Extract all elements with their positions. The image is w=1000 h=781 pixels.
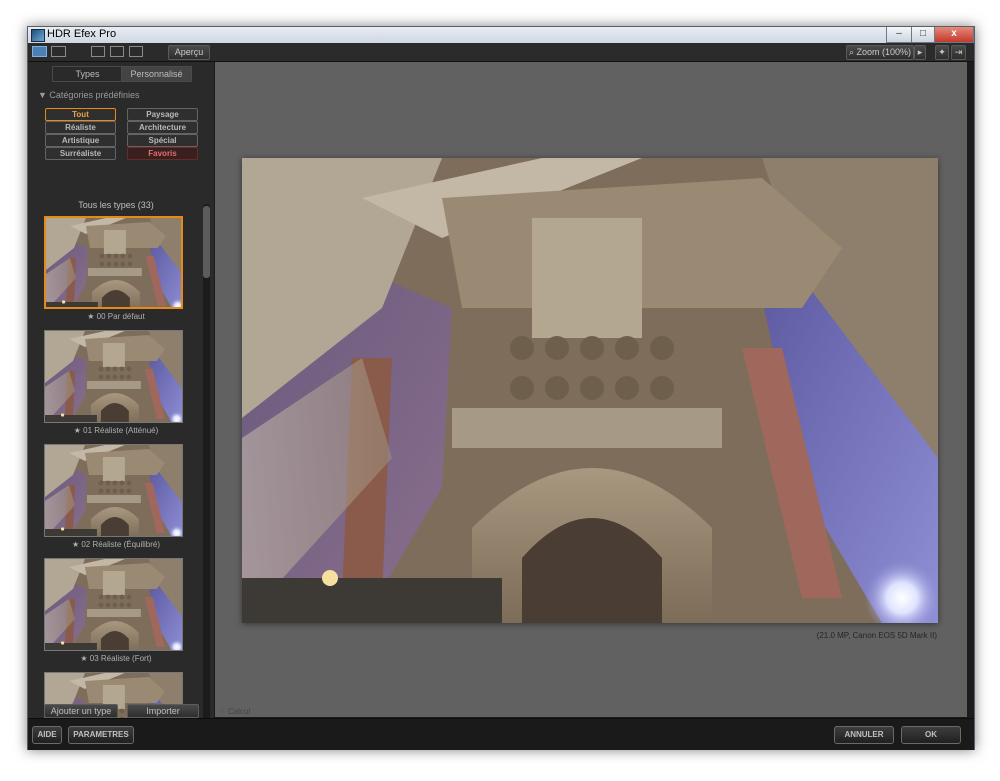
magnifier-icon: ⌕: [848, 47, 857, 57]
preset-label: ★ 01 Réaliste (Atténué): [73, 426, 159, 435]
category-realiste[interactable]: Réaliste: [45, 121, 116, 134]
side-by-side-icon[interactable]: [129, 46, 143, 57]
app-icon: [31, 29, 45, 42]
footer-bar: AIDE PARAMETRES ANNULER OK: [28, 718, 974, 750]
layout-split-icon[interactable]: [51, 46, 66, 57]
layout-filmstrip-icon[interactable]: [32, 46, 47, 57]
help-button[interactable]: AIDE: [32, 726, 62, 744]
zoom-label: Zoom (100%): [856, 47, 912, 57]
spinner-icon: ⁘: [219, 707, 228, 716]
triangle-down-icon: ▼: [38, 90, 50, 100]
preset-scrollbar[interactable]: [203, 204, 210, 724]
preset-label: ★ 03 Réaliste (Fort): [80, 654, 152, 663]
preset-label: ★ 00 Par défaut: [87, 312, 145, 321]
settings-button[interactable]: PARAMETRES: [68, 726, 134, 744]
preset-thumbnail[interactable]: [44, 216, 183, 309]
app-window: HDR Efex Pro – □ x Aperçu ⌕ Zoom (100%) …: [27, 26, 975, 750]
preset-label: ★ 02 Réaliste (Équilibré): [71, 540, 161, 549]
preview-canvas: (21.0 MP, Canon EOS 5D Mark II) ⁘ Calcul: [215, 62, 967, 717]
close-button[interactable]: x: [934, 27, 974, 43]
category-paysage[interactable]: Paysage: [127, 108, 198, 121]
status-indicator: ⁘ Calcul: [219, 707, 250, 716]
presets-sidebar: Types Personnalisé ▼ Catégories prédéfin…: [28, 62, 214, 724]
tab-custom[interactable]: Personnalisé: [121, 66, 192, 82]
preview-button[interactable]: Aperçu: [168, 45, 210, 60]
toolbar: Aperçu ⌕ Zoom (100%) ▸ ✦ ⇥: [28, 43, 974, 62]
categories-header-label: Catégories prédéfinies: [49, 90, 140, 100]
preset-list: Tous les types (33) ★ 00 Par défaut ★ 01…: [28, 198, 214, 724]
tab-types[interactable]: Types: [52, 66, 123, 82]
preset-thumbnail[interactable]: [44, 330, 183, 423]
add-type-button[interactable]: Ajouter un type: [44, 704, 118, 718]
status-label: Calcul: [227, 707, 251, 716]
import-button[interactable]: Importer: [127, 704, 199, 718]
categories-header[interactable]: ▼ Catégories prédéfinies: [38, 90, 139, 100]
preset-scrollbar-thumb[interactable]: [203, 206, 210, 278]
preview-photo: [242, 158, 938, 623]
category-special[interactable]: Spécial: [127, 134, 198, 147]
category-tout[interactable]: Tout: [45, 108, 116, 121]
preset-thumbnail[interactable]: [44, 558, 183, 651]
zoom-dropdown-icon[interactable]: ▸: [914, 45, 926, 60]
category-favoris[interactable]: Favoris: [127, 147, 198, 160]
preset-list-title: Tous les types (33): [78, 200, 154, 210]
category-surrealiste[interactable]: Surréaliste: [45, 147, 116, 160]
photo-info: (21.0 MP, Canon EOS 5D Mark II): [816, 631, 937, 640]
minimize-button[interactable]: –: [886, 27, 912, 43]
sidebar-tabs: Types Personnalisé: [52, 66, 192, 82]
single-view-icon[interactable]: [91, 46, 105, 57]
cancel-button[interactable]: ANNULER: [834, 726, 894, 744]
preset-thumbnail[interactable]: [44, 444, 183, 537]
ok-button[interactable]: OK: [901, 726, 961, 744]
maximize-button[interactable]: □: [911, 27, 935, 43]
title-bar: HDR Efex Pro – □ x: [28, 27, 974, 43]
zoom-button[interactable]: ⌕ Zoom (100%): [846, 45, 914, 60]
split-view-icon[interactable]: [110, 46, 124, 57]
window-title: HDR Efex Pro: [47, 28, 117, 40]
category-architecture[interactable]: Architecture: [127, 121, 198, 134]
exit-icon[interactable]: ⇥: [951, 45, 966, 60]
pin-icon[interactable]: ✦: [935, 45, 949, 60]
category-artistique[interactable]: Artistique: [45, 134, 116, 147]
